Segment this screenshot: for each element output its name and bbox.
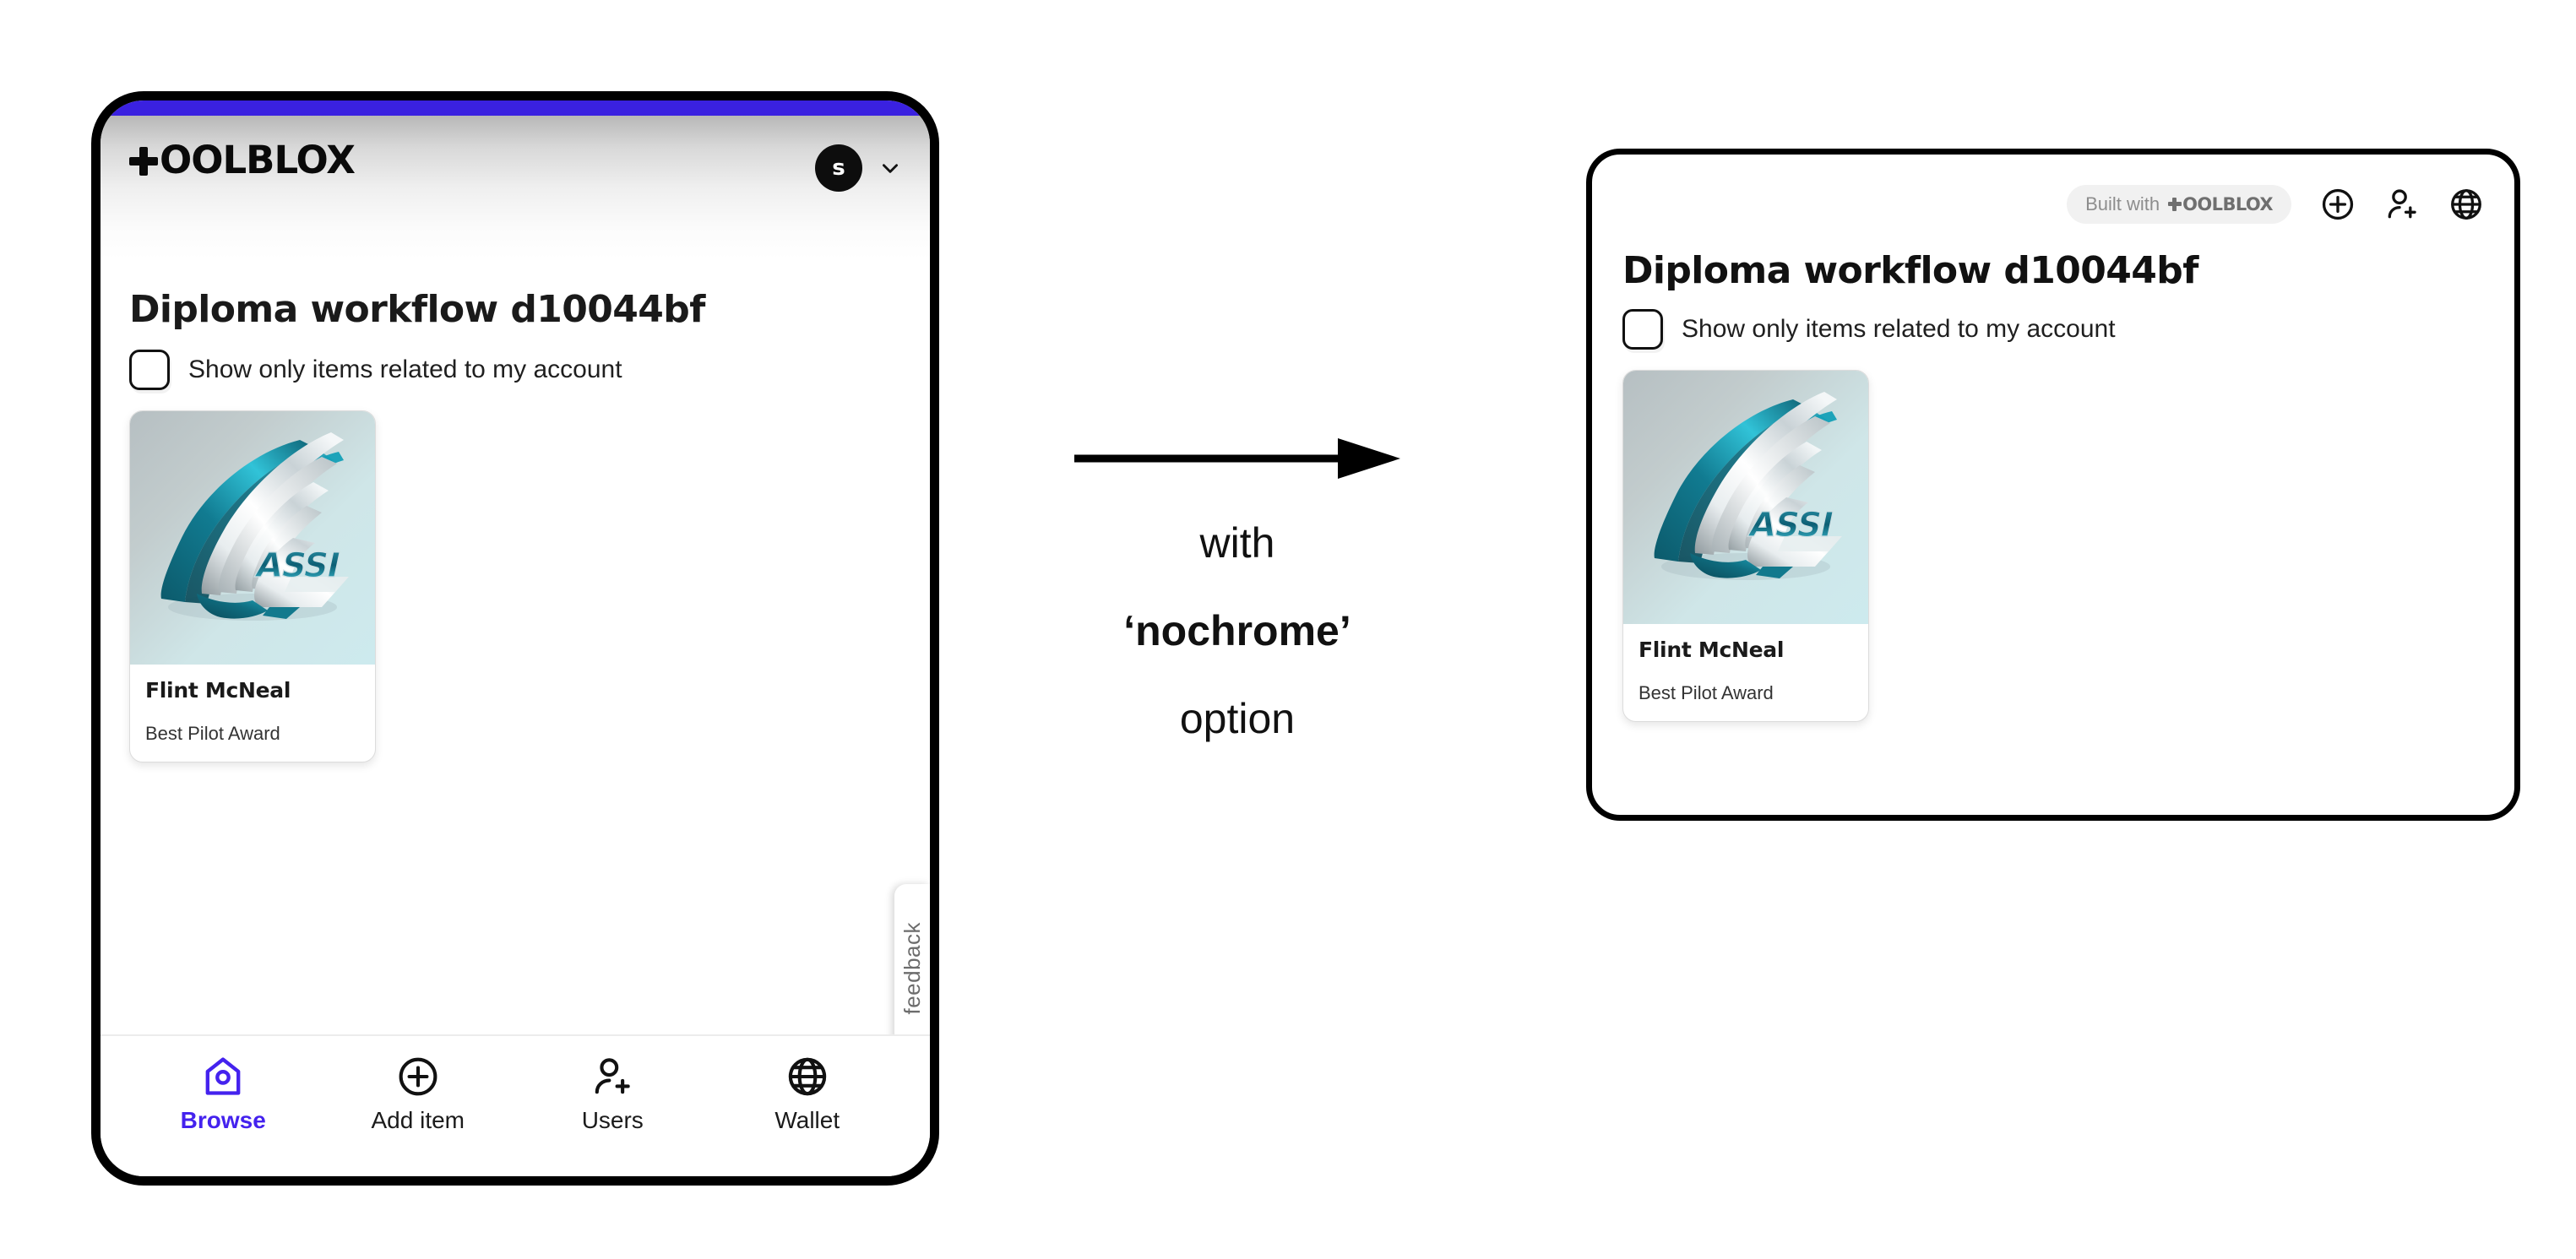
annotation-line-3: option <box>1179 695 1296 742</box>
item-title: Flint McNeal <box>1639 638 1785 662</box>
annotation-line-2: ‘nochrome’ <box>1123 607 1351 654</box>
item-title: Flint McNeal <box>145 678 291 703</box>
feedback-tab[interactable]: feedback <box>894 884 930 1034</box>
account-menu[interactable]: s <box>815 144 901 192</box>
nav-label-browse: Browse <box>180 1107 266 1133</box>
filter-row[interactable]: Show only items related to my account <box>129 350 901 390</box>
plus-icon <box>2168 198 2182 211</box>
item-card-body: Flint McNeal Best Pilot Award <box>130 665 375 762</box>
bottom-navigation: Browse Add item Users Wallet <box>101 1034 930 1176</box>
show-only-my-items-checkbox[interactable] <box>1622 309 1663 350</box>
item-image <box>130 411 375 665</box>
nav-item-wallet[interactable]: Wallet <box>710 1055 905 1134</box>
filter-label: Show only items related to my account <box>1682 315 2116 343</box>
filter-row[interactable]: Show only items related to my account <box>1622 309 2484 350</box>
built-with-prefix: Built with <box>2085 193 2160 214</box>
show-only-my-items-checkbox[interactable] <box>129 350 170 390</box>
filter-label: Show only items related to my account <box>188 355 622 383</box>
globe-icon <box>785 1055 829 1099</box>
assi-emblem-icon <box>130 411 375 665</box>
assi-emblem-icon <box>1623 371 1868 624</box>
app-header: OOLBLOX s <box>101 116 930 259</box>
nochrome-toolbar: Built with OOLBLOX <box>1622 178 2484 231</box>
globe-icon[interactable] <box>2448 187 2484 222</box>
item-image <box>1623 371 1868 624</box>
item-card-body: Flint McNeal Best Pilot Award <box>1623 624 1868 721</box>
accent-bar <box>101 100 930 116</box>
built-with-badge[interactable]: Built with OOLBLOX <box>2067 185 2291 224</box>
nav-item-browse[interactable]: Browse <box>126 1055 321 1134</box>
plus-icon <box>129 146 158 176</box>
user-plus-icon[interactable] <box>2384 187 2420 222</box>
annotation-line-1: with <box>1199 519 1275 567</box>
phone-frame-with-chrome: OOLBLOX s Diploma workflow d10044bf Show… <box>91 91 939 1186</box>
feedback-tab-label: feedback <box>899 922 925 1015</box>
nav-label-add-item: Add item <box>371 1107 465 1133</box>
right-arrow-icon <box>1074 438 1400 479</box>
user-plus-icon <box>590 1055 634 1099</box>
item-card[interactable]: Flint McNeal Best Pilot Award <box>1622 370 1869 722</box>
nav-label-users: Users <box>581 1107 644 1133</box>
brand-name: OOLBLOX <box>160 138 356 182</box>
built-with-brand: OOLBLOX <box>2168 194 2274 214</box>
item-subtitle: Best Pilot Award <box>1639 682 1774 703</box>
chevron-down-icon[interactable] <box>879 157 901 179</box>
nav-item-users[interactable]: Users <box>515 1055 710 1134</box>
home-pin-icon <box>201 1055 245 1099</box>
screenshot-stage: OOLBLOX s Diploma workflow d10044bf Show… <box>0 0 2576 1259</box>
item-card[interactable]: Flint McNeal Best Pilot Award <box>129 410 376 762</box>
page-title: Diploma workflow d10044bf <box>1622 249 2198 292</box>
page-title: Diploma workflow d10044bf <box>129 288 705 331</box>
app-content: Diploma workflow d10044bf Show only item… <box>101 259 930 1034</box>
panel-nochrome: Built with OOLBLOX Diploma workflow d100… <box>1586 149 2520 821</box>
nav-label-wallet: Wallet <box>774 1107 840 1133</box>
nav-item-add-item[interactable]: Add item <box>321 1055 516 1134</box>
plus-circle-icon <box>396 1055 440 1099</box>
annotation: with ‘nochrome’ option <box>1060 435 1415 746</box>
toolblox-logo[interactable]: OOLBLOX <box>129 138 356 182</box>
built-with-brand-name: OOLBLOX <box>2182 194 2273 214</box>
avatar[interactable]: s <box>815 144 862 192</box>
plus-circle-icon[interactable] <box>2320 187 2356 222</box>
item-subtitle: Best Pilot Award <box>145 723 280 744</box>
